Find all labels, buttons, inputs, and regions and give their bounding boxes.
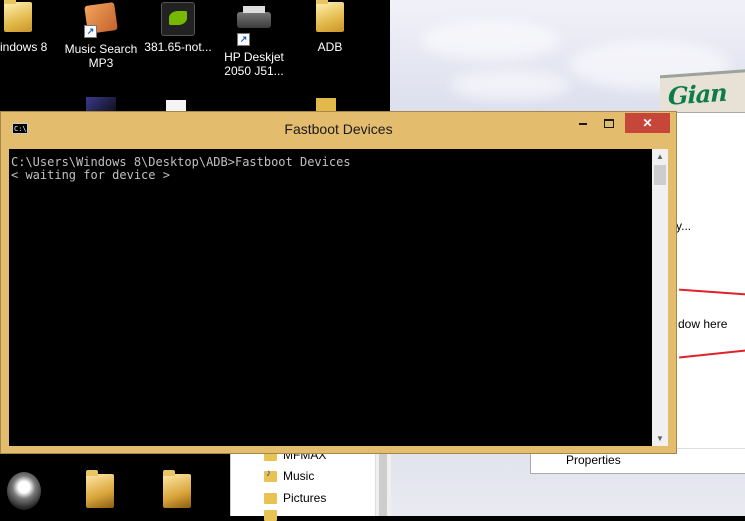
title-bar[interactable]: C:\ Fastboot Devices ✕ — [1, 112, 676, 144]
desktop-icon-label: 381.65-not... — [144, 40, 212, 54]
minimize-button[interactable] — [572, 113, 594, 133]
desktop-icon-label-line2: 2050 J51... — [224, 64, 284, 78]
close-icon: ✕ — [642, 116, 653, 130]
desktop-icon-label: HP Deskjet — [224, 50, 284, 64]
window-fragment[interactable]: dow here — [678, 317, 727, 331]
maximize-icon — [604, 119, 614, 129]
cmd-window[interactable]: C:\ Fastboot Devices ✕ C:\Users\Windows … — [0, 111, 677, 454]
music-folder-icon — [264, 468, 277, 482]
scroll-thumb[interactable] — [654, 165, 666, 185]
close-button[interactable]: ✕ — [625, 113, 670, 133]
desktop-icon-nvidia[interactable]: 381.65-not... — [138, 2, 218, 54]
folder-icon[interactable] — [86, 470, 114, 508]
maximize-button[interactable] — [598, 113, 620, 133]
graph-line — [679, 288, 745, 296]
file-icon[interactable] — [166, 100, 186, 111]
nav-item-pictures[interactable]: Pictures — [264, 491, 326, 505]
console-line: < waiting for device > — [11, 168, 170, 182]
itunes-icon[interactable] — [7, 472, 41, 510]
console-scrollbar[interactable]: ▲ ▼ — [652, 149, 668, 446]
desktop-icon-hp-deskjet[interactable]: ↗ HP Deskjet 2050 J51... — [214, 2, 294, 78]
partial-icon[interactable] — [86, 97, 116, 111]
properties-menu-item[interactable]: Properties — [566, 453, 621, 467]
printer-icon: ↗ — [237, 6, 271, 46]
store-sign-text: Gian — [668, 77, 727, 111]
desktop-icon-label-line2: MP3 — [88, 56, 114, 70]
desktop-icon-label: Windows 8 — [0, 40, 48, 54]
desktop-icon-label: Music Search — [64, 42, 138, 56]
desktop-icon-label: ADB — [317, 40, 343, 54]
desktop-icon-adb[interactable]: ADB — [290, 0, 370, 54]
console-output[interactable]: C:\Users\Windows 8\Desktop\ADB>Fastboot … — [9, 149, 652, 446]
package-icon: ↗ — [84, 2, 118, 38]
desktop-icon-music-search[interactable]: ↗ Music Search MP3 — [61, 2, 141, 70]
scroll-down-icon[interactable]: ▼ — [652, 431, 668, 446]
explorer-scrollbar[interactable] — [375, 452, 391, 516]
graph-line — [679, 349, 745, 359]
desktop-icon-windows8[interactable]: Windows 8 — [0, 0, 58, 54]
nav-item-music[interactable]: Music — [264, 468, 314, 483]
minimize-icon — [579, 122, 587, 125]
folder-icon — [1, 0, 35, 36]
explorer-window[interactable]: MFMAX Music Pictures — [230, 448, 391, 521]
pictures-folder-icon — [264, 492, 277, 504]
nvidia-icon — [161, 2, 195, 36]
menu-fragment[interactable]: y... — [676, 219, 691, 233]
folder-icon — [313, 0, 347, 36]
scroll-up-icon[interactable]: ▲ — [652, 149, 668, 164]
folder-icon[interactable] — [163, 470, 191, 508]
folder-icon[interactable] — [316, 98, 336, 111]
